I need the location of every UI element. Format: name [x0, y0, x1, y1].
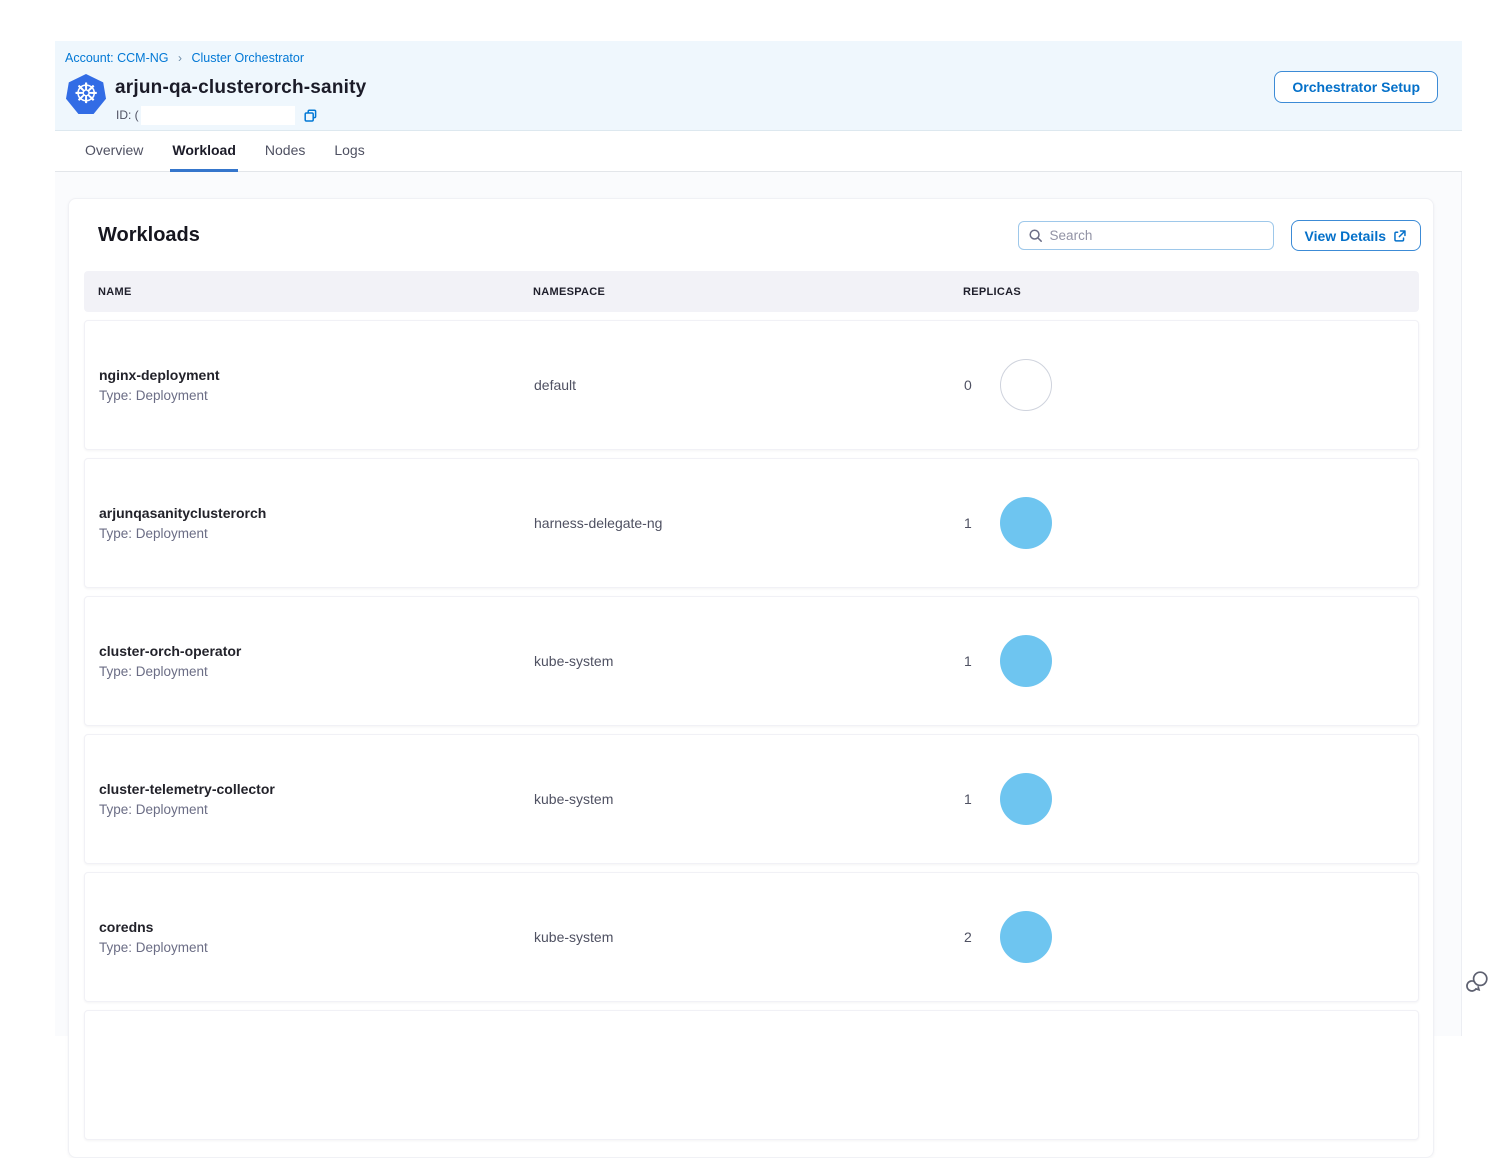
- column-header-namespace: NAMESPACE: [533, 286, 963, 298]
- table-row[interactable]: coredns Type: Deployment kube-system 2: [84, 872, 1419, 1002]
- replica-count: 1: [964, 515, 974, 531]
- replicas-cell: 1: [964, 635, 1418, 687]
- page-title: arjun-qa-clusterorch-sanity: [115, 77, 366, 99]
- workload-namespace: kube-system: [534, 791, 964, 807]
- table-row-partial[interactable]: [84, 1010, 1419, 1140]
- cluster-header: Account: CCM-NG › Cluster Orchestrator ☸…: [55, 41, 1462, 131]
- workload-type: Type: Deployment: [99, 802, 534, 817]
- tab-nodes[interactable]: Nodes: [263, 131, 307, 172]
- tab-logs[interactable]: Logs: [332, 131, 366, 172]
- workload-namespace: default: [534, 377, 964, 393]
- page-container: Account: CCM-NG › Cluster Orchestrator ☸…: [55, 41, 1462, 1036]
- chat-bubble-icon[interactable]: [1462, 966, 1492, 996]
- replica-status-circle: [1000, 773, 1052, 825]
- column-header-replicas: REPLICAS: [963, 286, 1419, 298]
- breadcrumb-account-link[interactable]: Account: CCM-NG: [65, 51, 169, 65]
- replica-count: 1: [964, 653, 974, 669]
- copy-icon[interactable]: [303, 108, 318, 123]
- workload-type: Type: Deployment: [99, 940, 534, 955]
- replicas-cell: 2: [964, 911, 1418, 963]
- replica-status-circle: [1000, 911, 1052, 963]
- view-details-label: View Details: [1305, 228, 1386, 244]
- workload-namespace: kube-system: [534, 653, 964, 669]
- workload-name-cell: cluster-orch-operator Type: Deployment: [99, 643, 534, 679]
- workload-namespace: kube-system: [534, 929, 964, 945]
- cluster-id-label: ID: (: [116, 108, 139, 122]
- workload-type: Type: Deployment: [99, 388, 534, 403]
- workload-name-cell: nginx-deployment Type: Deployment: [99, 367, 534, 403]
- table-header: NAME NAMESPACE REPLICAS: [84, 271, 1419, 312]
- tabs-bar: Overview Workload Nodes Logs: [55, 131, 1462, 172]
- table-row[interactable]: arjunqasanityclusterorch Type: Deploymen…: [84, 458, 1419, 588]
- cluster-id-redacted-value: [141, 106, 295, 125]
- workload-name-cell: cluster-telemetry-collector Type: Deploy…: [99, 781, 534, 817]
- search-box[interactable]: [1018, 221, 1274, 250]
- orchestrator-setup-button[interactable]: Orchestrator Setup: [1274, 71, 1438, 103]
- table-row[interactable]: cluster-telemetry-collector Type: Deploy…: [84, 734, 1419, 864]
- kubernetes-glyph: ☸: [73, 80, 98, 108]
- table-row[interactable]: nginx-deployment Type: Deployment defaul…: [84, 320, 1419, 450]
- workload-name: coredns: [99, 919, 534, 935]
- workload-type: Type: Deployment: [99, 664, 534, 679]
- workload-namespace: harness-delegate-ng: [534, 515, 964, 531]
- search-icon: [1028, 228, 1043, 243]
- replicas-cell: 1: [964, 497, 1418, 549]
- cluster-id-row: ID: (: [116, 105, 318, 125]
- workload-type: Type: Deployment: [99, 526, 534, 541]
- tab-overview[interactable]: Overview: [83, 131, 145, 172]
- workload-name: cluster-orch-operator: [99, 643, 534, 659]
- tab-workload[interactable]: Workload: [170, 131, 238, 172]
- search-input[interactable]: [1050, 228, 1264, 243]
- replica-status-circle: [1000, 497, 1052, 549]
- replicas-cell: 0: [964, 359, 1418, 411]
- replica-status-circle: [1000, 359, 1052, 411]
- breadcrumb-current-link[interactable]: Cluster Orchestrator: [191, 51, 304, 65]
- breadcrumb-chevron: ›: [178, 51, 182, 65]
- view-details-button[interactable]: View Details: [1291, 220, 1421, 251]
- workload-name-cell: arjunqasanityclusterorch Type: Deploymen…: [99, 505, 534, 541]
- external-link-icon: [1393, 229, 1407, 243]
- kubernetes-icon: ☸: [66, 74, 106, 114]
- workload-name: cluster-telemetry-collector: [99, 781, 534, 797]
- replicas-cell: 1: [964, 773, 1418, 825]
- workloads-title: Workloads: [98, 224, 200, 247]
- replica-status-circle: [1000, 635, 1052, 687]
- workload-name-cell: coredns Type: Deployment: [99, 919, 534, 955]
- workloads-panel: Workloads View Details: [68, 198, 1434, 1158]
- workloads-panel-header: Workloads View Details: [69, 199, 1433, 251]
- content-area: Workloads View Details: [55, 172, 1462, 1036]
- workload-name: arjunqasanityclusterorch: [99, 505, 534, 521]
- replica-count: 2: [964, 929, 974, 945]
- workload-name: nginx-deployment: [99, 367, 534, 383]
- column-header-name: NAME: [98, 286, 533, 298]
- replica-count: 1: [964, 791, 974, 807]
- breadcrumb: Account: CCM-NG › Cluster Orchestrator: [65, 51, 304, 65]
- table-row[interactable]: cluster-orch-operator Type: Deployment k…: [84, 596, 1419, 726]
- replica-count: 0: [964, 377, 974, 393]
